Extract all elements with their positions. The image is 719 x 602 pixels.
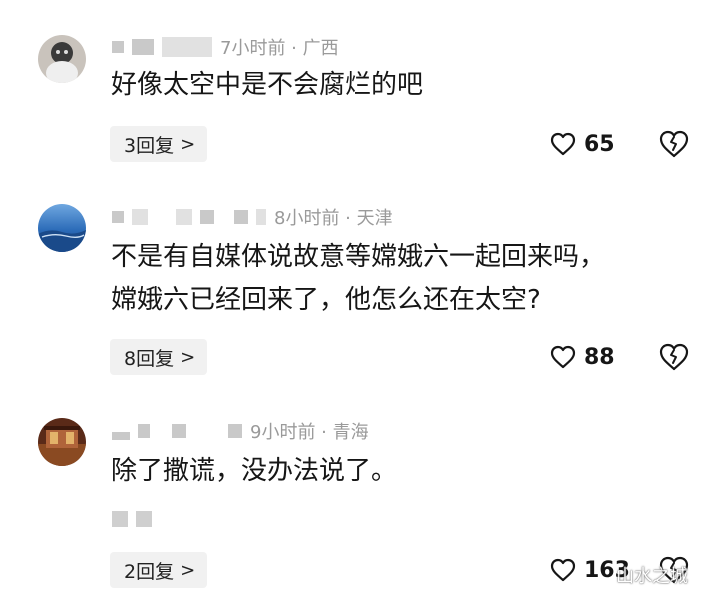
like-button[interactable]: 88 (550, 339, 615, 375)
comment-text-line: 好像太空中是不会腐烂的吧 (111, 70, 424, 100)
comment-meta: 7小时前 · 广西 (112, 34, 339, 60)
reply-count-label: 2回复 (124, 560, 175, 583)
comment-time-location: 9小时前 · 青海 (250, 422, 369, 443)
avatar[interactable] (38, 35, 86, 83)
heart-outline-icon (550, 558, 576, 582)
redacted-username (228, 424, 242, 438)
like-button[interactable]: 65 (550, 126, 615, 162)
broken-heart-icon[interactable] (658, 128, 690, 160)
comment-meta: 9小时前 · 青海 (112, 418, 369, 444)
redacted-username (172, 424, 186, 438)
avatar[interactable] (38, 418, 86, 466)
comment-text-line: 不是有自媒体说故意等嫦娥六一起回来吗， (111, 242, 606, 272)
redacted-username (162, 37, 212, 57)
view-replies-button[interactable]: 8回复 > (110, 339, 208, 375)
reply-count-label: 3回复 (124, 134, 175, 157)
chevron-right-icon: > (180, 559, 196, 581)
comment-text: 除了撒谎，没办法说了。 (111, 450, 397, 493)
redacted-image (112, 511, 128, 527)
avatar[interactable] (38, 204, 86, 252)
like-count: 65 (584, 131, 615, 157)
view-replies-button[interactable]: 2回复 > (110, 552, 208, 588)
redacted-username (176, 209, 192, 225)
comment-time-location: 8小时前 · 天津 (274, 208, 393, 229)
redacted-username (200, 210, 214, 224)
comment-text-line: 除了撒谎，没办法说了。 (111, 456, 398, 486)
broken-heart-icon[interactable] (658, 341, 690, 373)
redacted-username (138, 424, 150, 438)
comment-time-location: 7小时前 · 广西 (220, 38, 339, 59)
redacted-username (256, 209, 266, 225)
comment-text: 不是有自媒体说故意等嫦娥六一起回来吗， 嫦娥六已经回来了，他怎么还在太空? (111, 236, 605, 322)
heart-outline-icon (550, 132, 576, 156)
comment-text-line: 嫦娥六已经回来了，他怎么还在太空? (111, 285, 541, 315)
redacted-username (234, 210, 248, 224)
watermark: 山水之城 (616, 566, 688, 587)
like-count: 88 (584, 344, 615, 370)
redacted-username (132, 209, 148, 225)
redacted-username (132, 39, 154, 55)
view-replies-button[interactable]: 3回复 > (110, 126, 208, 162)
redacted-username (112, 211, 124, 223)
chevron-right-icon: > (180, 346, 196, 368)
redacted-image (136, 511, 152, 527)
comment-text: 好像太空中是不会腐烂的吧 (111, 64, 423, 107)
image-placeholder[interactable] (112, 504, 160, 534)
comment-meta: 8小时前 · 天津 (112, 204, 393, 230)
chevron-right-icon: > (180, 133, 196, 155)
redacted-username (112, 41, 124, 53)
reply-count-label: 8回复 (124, 347, 175, 370)
redacted-username (112, 432, 130, 440)
heart-outline-icon (550, 345, 576, 369)
